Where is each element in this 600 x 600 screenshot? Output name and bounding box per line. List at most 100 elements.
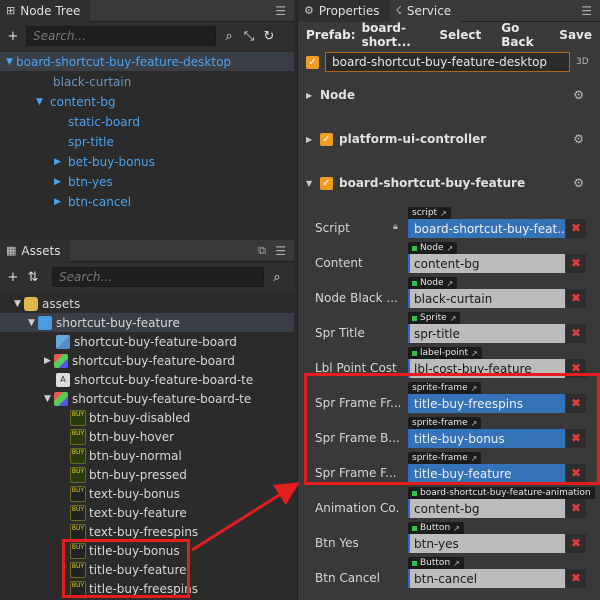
asset-label: shortcut-buy-feature — [56, 315, 180, 330]
tree-item-btn-cancel[interactable]: ▶ btn-cancel — [54, 192, 131, 211]
clear-icon[interactable]: ✖ — [566, 569, 586, 588]
collapsed-arrow-icon[interactable]: ▶ — [54, 157, 64, 167]
clear-icon[interactable]: ✖ — [566, 324, 586, 343]
tab-node-tree[interactable]: ⊞ Node Tree — [0, 0, 91, 22]
prop-type-label: Node — [420, 278, 444, 288]
collapsed-arrow-icon[interactable]: ▶ — [44, 356, 54, 366]
external-link-icon[interactable]: ↗ — [450, 314, 457, 323]
asset-item-scene[interactable]: ▶ shortcut-buy-feature-board — [44, 351, 235, 370]
collapsed-arrow-icon[interactable]: ▶ — [306, 135, 314, 144]
add-icon[interactable]: + — [6, 29, 20, 44]
node-active-checkbox[interactable]: ✓ — [306, 55, 319, 69]
component-enabled-checkbox[interactable]: ✓ — [320, 132, 333, 146]
asset-item-assets[interactable]: ▼ assets — [14, 294, 80, 313]
prop-type-label: Button — [420, 523, 451, 533]
refresh-icon[interactable]: ↻ — [262, 29, 276, 44]
tree-item-black-curtain[interactable]: black-curtain — [53, 72, 131, 91]
node-tree-search-input[interactable]: Search... — [26, 26, 216, 46]
expand-arrow-icon[interactable]: ▼ — [6, 57, 16, 67]
clear-icon[interactable]: ✖ — [566, 254, 586, 273]
tree-item-content-bg[interactable]: ▼ content-bg — [36, 92, 116, 111]
collapsed-arrow-icon[interactable]: ▶ — [54, 177, 64, 187]
tree-item-label: spr-title — [68, 134, 114, 149]
tree-item-btn-yes[interactable]: ▶ btn-yes — [54, 172, 113, 191]
panel-menu-icon[interactable]: ☰ — [275, 4, 286, 18]
asset-item-btn-buy-normal[interactable]: BUY btn-buy-normal — [70, 446, 182, 465]
prefab-name: board-short... — [361, 21, 411, 49]
node-name-input[interactable]: board-shortcut-buy-feature-desktop — [325, 52, 570, 72]
asset-item-btn-buy-disabled[interactable]: BUY btn-buy-disabled — [70, 408, 190, 427]
external-link-icon[interactable]: ↗ — [471, 349, 478, 358]
prop-value-field[interactable]: black-curtain — [408, 289, 565, 308]
section-node[interactable]: ▶ Node ⚙ — [298, 80, 600, 110]
asset-item-texture[interactable]: ▼ shortcut-buy-feature-board-te — [44, 389, 251, 408]
external-link-icon[interactable]: ↗ — [453, 524, 460, 533]
gear-icon[interactable]: ⚙ — [573, 132, 584, 146]
tab-assets[interactable]: ▦ Assets — [0, 239, 71, 262]
prop-content: Content Node ↗ content-bg ✖ — [298, 240, 600, 275]
properties-panel: ⚙ Properties ☇ Service ☰ Prefab: board-s… — [297, 0, 600, 600]
prop-value-field[interactable]: spr-title — [408, 324, 565, 343]
clear-icon[interactable]: ✖ — [566, 289, 586, 308]
external-link-icon[interactable]: ↗ — [453, 559, 460, 568]
select-button[interactable]: Select — [439, 28, 481, 42]
popout-icon[interactable]: ⧉ — [258, 244, 266, 258]
gear-icon[interactable]: ⚙ — [573, 176, 584, 190]
section-board-shortcut-buy-feature[interactable]: ▼ ✓ board-shortcut-buy-feature ⚙ — [298, 168, 600, 198]
asset-label: assets — [42, 296, 81, 311]
go-back-button[interactable]: Go Back — [501, 21, 539, 49]
component-enabled-checkbox[interactable]: ✓ — [320, 176, 333, 190]
prefab-icon — [56, 334, 70, 349]
prop-value-field[interactable]: content-bg — [408, 499, 565, 518]
external-link-icon[interactable]: ↗ — [447, 279, 454, 288]
expand-arrow-icon[interactable]: ▼ — [36, 97, 46, 107]
asset-item-btn-buy-hover[interactable]: BUY btn-buy-hover — [70, 427, 174, 446]
clear-icon[interactable]: ✖ — [566, 219, 586, 238]
asset-item-font[interactable]: A shortcut-buy-feature-board-te — [56, 370, 253, 389]
asset-item-text-buy-bonus[interactable]: BUY text-buy-bonus — [70, 484, 180, 503]
search-icon[interactable]: ⌕ — [270, 270, 284, 285]
tree-item-root[interactable]: ▼ board-shortcut-buy-feature-desktop — [0, 52, 294, 71]
component-type-icon — [412, 490, 417, 496]
asset-item-prefab[interactable]: shortcut-buy-feature-board — [56, 332, 237, 351]
panel-menu-icon[interactable]: ☰ — [275, 244, 286, 258]
gear-icon[interactable]: ⚙ — [573, 88, 584, 102]
external-link-icon[interactable]: ↗ — [440, 209, 447, 218]
database-icon — [24, 296, 38, 311]
expand-arrow-icon[interactable]: ▼ — [306, 179, 314, 188]
tab-properties[interactable]: ⚙ Properties — [298, 0, 390, 22]
collapsed-arrow-icon[interactable]: ▶ — [54, 197, 64, 207]
prop-value-field[interactable]: board-shortcut-buy-feat... — [408, 219, 565, 238]
search-icon[interactable]: ⌕ — [222, 29, 236, 44]
collapsed-arrow-icon[interactable]: ▶ — [306, 91, 314, 100]
prop-value-field[interactable]: btn-yes — [408, 534, 565, 553]
collapse-icon[interactable]: ⤡ — [242, 29, 256, 44]
external-link-icon[interactable]: ↗ — [447, 244, 454, 253]
asset-label: btn-buy-pressed — [89, 467, 187, 482]
asset-item-btn-buy-pressed[interactable]: BUY btn-buy-pressed — [70, 465, 187, 484]
section-platform-ui-controller[interactable]: ▶ ✓ platform-ui-controller ⚙ — [298, 124, 600, 154]
assets-search-input[interactable]: Search... — [52, 267, 264, 287]
clear-icon[interactable]: ✖ — [566, 534, 586, 553]
asset-item-text-buy-feature[interactable]: BUY text-buy-feature — [70, 503, 187, 522]
asset-item-shortcut-buy-feature[interactable]: ▼ shortcut-buy-feature — [0, 313, 294, 332]
prop-value-field[interactable]: content-bg — [408, 254, 565, 273]
tree-item-static-board[interactable]: static-board — [68, 112, 140, 131]
prop-type-label: Node — [420, 243, 444, 253]
expand-arrow-icon[interactable]: ▼ — [14, 299, 24, 309]
sort-icon[interactable]: ⇅ — [26, 270, 40, 285]
prefab-bar: Prefab: board-short... Select Go Back Sa… — [298, 21, 600, 49]
expand-arrow-icon[interactable]: ▼ — [44, 394, 54, 404]
tab-service[interactable]: ☇ Service — [389, 0, 462, 22]
expand-arrow-icon[interactable]: ▼ — [28, 318, 38, 328]
clear-icon[interactable]: ✖ — [566, 499, 586, 518]
tree-item-bet-buy-bonus[interactable]: ▶ bet-buy-bonus — [54, 152, 155, 171]
3d-toggle[interactable]: 3D — [576, 57, 589, 67]
add-icon[interactable]: + — [6, 270, 20, 285]
prop-label: Content — [315, 256, 363, 270]
tree-item-spr-title[interactable]: spr-title — [68, 132, 114, 151]
panel-menu-icon[interactable]: ☰ — [581, 4, 592, 18]
asset-label: shortcut-buy-feature-board — [72, 353, 235, 368]
prop-value-field[interactable]: btn-cancel — [408, 569, 565, 588]
save-button[interactable]: Save — [559, 28, 592, 42]
